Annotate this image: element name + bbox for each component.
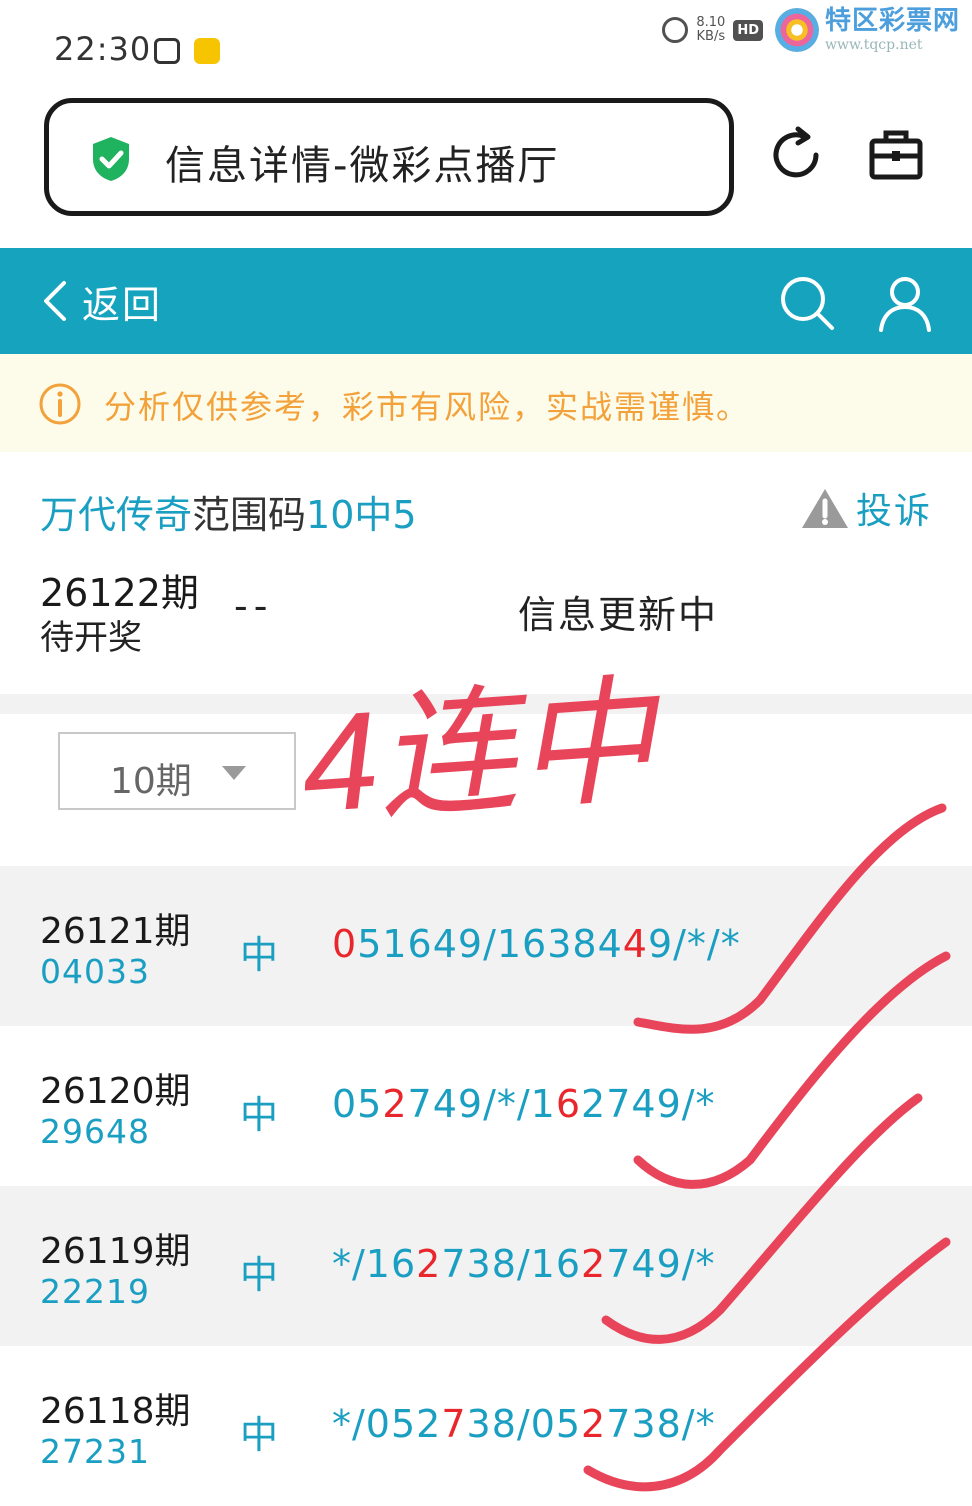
hit-digit: 7: [441, 1402, 467, 1446]
complain-label: 投诉: [856, 491, 933, 532]
row-result: 中: [240, 1093, 279, 1137]
back-label: 返回: [82, 282, 163, 327]
warning-icon: [802, 489, 848, 528]
row-period: 26121期: [40, 911, 191, 952]
row-period: 26120期: [40, 1071, 191, 1112]
info-icon: [39, 383, 81, 425]
watermark-url: www.tqcp.net: [824, 37, 923, 53]
row-result: 中: [240, 1413, 279, 1457]
period-select-value: 10期: [110, 761, 192, 802]
shield-check-icon: [93, 137, 129, 181]
row-draw-number: 04033: [40, 952, 150, 991]
current-status: 待开奖: [40, 618, 142, 658]
status-time: 22:30: [54, 30, 152, 68]
hit-digit: 4: [622, 922, 648, 966]
row-result: 中: [240, 1253, 279, 1297]
app-header: 返回: [0, 248, 972, 354]
table-row: 26118期 27231 中 */052738/052738/*: [0, 1346, 972, 1506]
hit-digit: 2: [416, 1242, 442, 1286]
page-title: 信息详情-微彩点播厅: [165, 143, 560, 189]
back-button[interactable]: 返回: [40, 274, 162, 328]
search-icon[interactable]: [778, 274, 836, 332]
table-row: 26121期 04033 中 051649/1638449/*/*: [0, 866, 972, 1026]
row-period: 26119期: [40, 1231, 191, 1272]
number-segment: 2749/*: [581, 1082, 716, 1126]
number-segment: 38/05: [466, 1402, 582, 1446]
hit-digit: 2: [382, 1082, 408, 1126]
row-period: 26118期: [40, 1391, 191, 1432]
number-segment: 05: [332, 1082, 383, 1126]
number-segment: 738/*: [606, 1402, 716, 1446]
hit-digit: 2: [581, 1402, 607, 1446]
app-notification-icon: [194, 38, 220, 64]
hit-digit: 2: [581, 1242, 607, 1286]
hd-badge: HD: [733, 19, 763, 41]
alarm-icon: [662, 17, 689, 43]
risk-notice: 分析仅供参考，彩市有风险，实战需谨慎。: [0, 354, 972, 452]
current-period: 26122期: [40, 571, 199, 615]
watermark-logo-icon: [774, 8, 819, 52]
number-segment: 749/*/1: [407, 1082, 556, 1126]
user-icon[interactable]: [876, 274, 934, 332]
row-numbers: 052749/*/162749/*: [332, 1082, 716, 1126]
number-segment: 749/*: [606, 1242, 716, 1286]
table-row: 26120期 29648 中 052749/*/162749/*: [0, 1026, 972, 1186]
row-numbers: */052738/052738/*: [332, 1402, 716, 1446]
streak-annotation: 4连中: [305, 672, 665, 832]
number-segment: 9/*/*: [647, 922, 741, 966]
net-speed: 8.10 KB/s: [696, 15, 726, 44]
reload-icon[interactable]: [768, 125, 828, 185]
complain-button[interactable]: 投诉: [800, 484, 932, 532]
current-result: --: [234, 584, 274, 628]
watermark-title: 特区彩票网: [824, 6, 960, 36]
row-draw-number: 29648: [40, 1112, 150, 1151]
hit-digit: 6: [555, 1082, 582, 1126]
plan-title: 万代传奇范围码10中5: [40, 493, 417, 537]
hit-digit: 0: [332, 922, 358, 966]
streak-text: 4连中: [305, 672, 665, 832]
notice-text: 分析仅供参考，彩市有风险，实战需谨慎。: [104, 388, 751, 426]
table-row: 26119期 22219 中 */162738/162749/*: [0, 1186, 972, 1346]
period-select[interactable]: 10期: [58, 732, 296, 810]
row-draw-number: 27231: [40, 1432, 150, 1471]
number-segment: 738/16: [441, 1242, 582, 1286]
number-segment: */052: [332, 1402, 442, 1446]
number-segment: 51649/16384: [357, 922, 623, 966]
row-numbers: 051649/1638449/*/*: [332, 922, 741, 966]
address-bar[interactable]: 信息详情-微彩点播厅: [44, 98, 734, 216]
chevron-left-icon: [44, 281, 66, 321]
app-notification-icon: [154, 38, 180, 64]
toolbox-icon[interactable]: [866, 125, 926, 185]
row-result: 中: [240, 933, 279, 977]
current-info: 信息更新中: [518, 593, 719, 637]
chevron-down-icon: [222, 766, 246, 780]
row-numbers: */162738/162749/*: [332, 1242, 716, 1286]
row-draw-number: 22219: [40, 1272, 150, 1311]
watermark: 8.10 KB/s HD 特区彩票网 www.tqcp.net: [662, 8, 960, 52]
number-segment: */16: [332, 1242, 417, 1286]
